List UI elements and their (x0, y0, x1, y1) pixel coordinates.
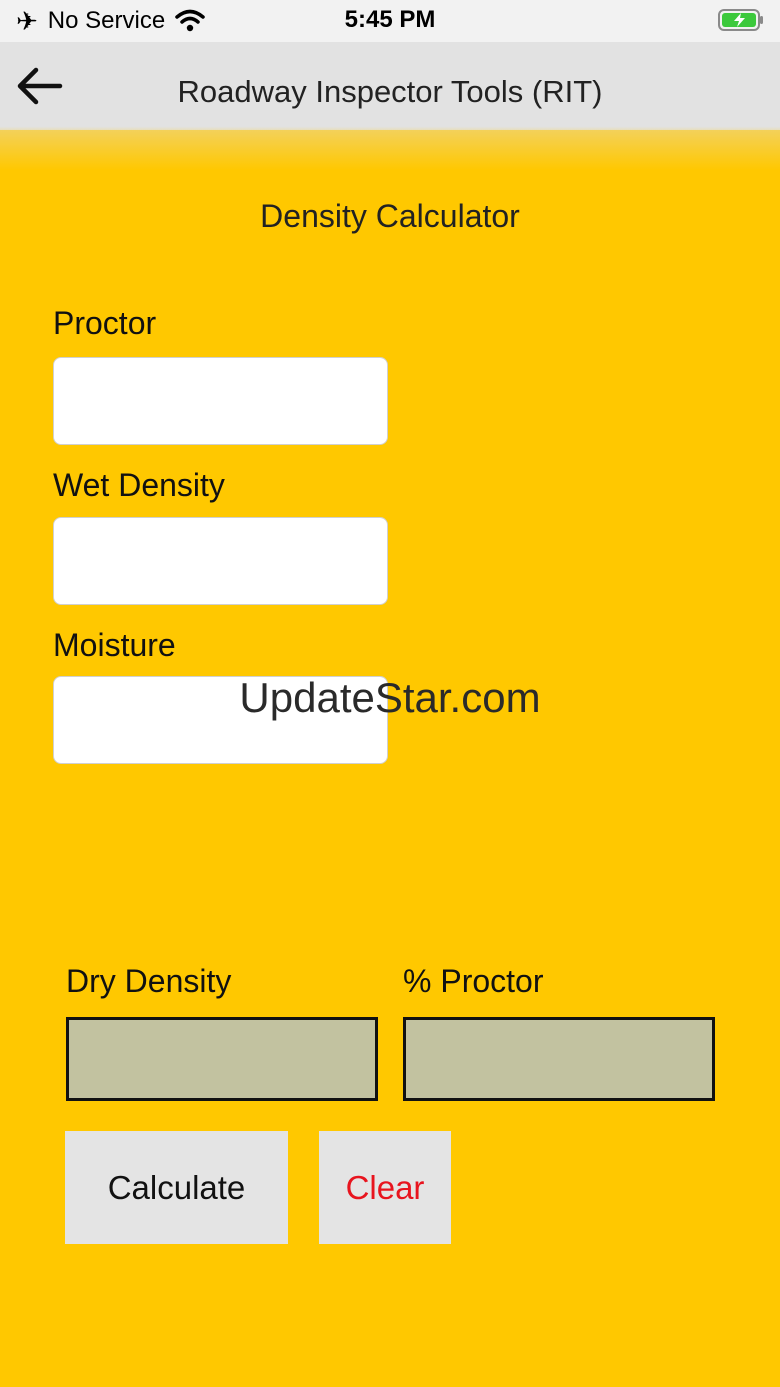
moisture-input[interactable] (53, 676, 388, 764)
nav-bar: Roadway Inspector Tools (RIT) (0, 42, 780, 138)
wet-density-input[interactable] (53, 517, 388, 605)
page-title: Density Calculator (260, 198, 520, 234)
wet-density-label: Wet Density (53, 467, 225, 503)
battery-charging-icon (718, 9, 763, 31)
nav-shadow (0, 130, 780, 170)
proctor-label: Proctor (53, 305, 157, 341)
percent-proctor-label: % Proctor (403, 963, 544, 999)
percent-proctor-output (403, 1017, 715, 1101)
status-time: 5:45 PM (344, 6, 436, 33)
proctor-input[interactable] (53, 357, 388, 445)
dry-density-output (66, 1017, 378, 1101)
nav-title: Roadway Inspector Tools (RIT) (177, 74, 603, 109)
app-screen: ✈ No Service 5:45 PM Roadway Inspector T… (0, 0, 780, 1387)
calculate-button[interactable]: Calculate (65, 1131, 288, 1244)
dry-density-label: Dry Density (66, 963, 232, 999)
status-bar: ✈ No Service 5:45 PM (0, 0, 780, 42)
clear-button[interactable]: Clear (319, 1131, 451, 1244)
moisture-label: Moisture (53, 627, 176, 663)
